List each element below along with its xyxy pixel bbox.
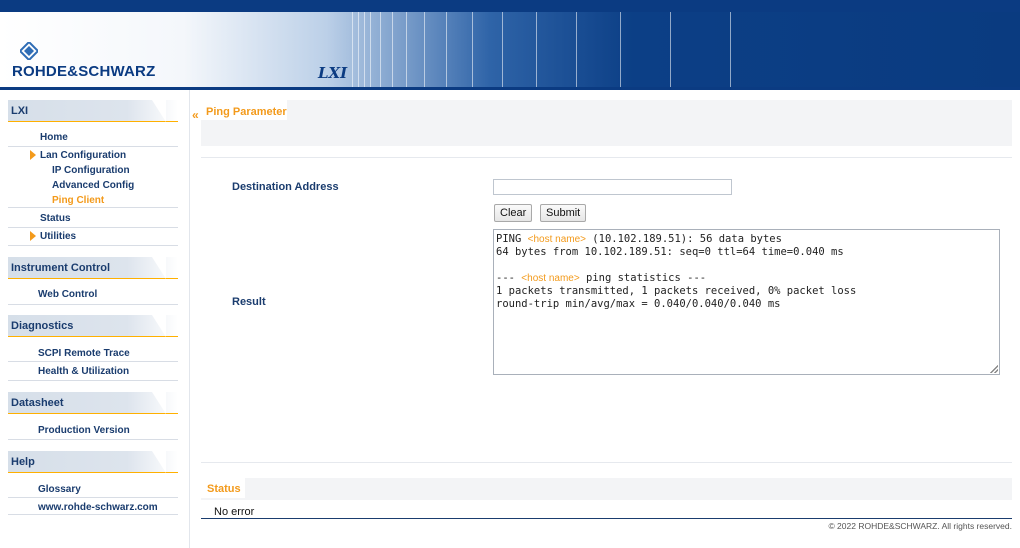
sidebar-section-header: Instrument Control [8, 257, 178, 279]
clear-button[interactable]: Clear [494, 204, 533, 222]
sidebar-section-diagnostics: Diagnostics [8, 315, 178, 337]
sidebar-section-title: Help [11, 456, 35, 468]
sidebar-section-help: Help [8, 451, 178, 473]
result-text: 1 packets transmitted, 1 packets receive… [496, 285, 857, 297]
status-divider [201, 518, 1012, 519]
sidebar-section-lxi: LXI [8, 100, 178, 122]
rohde-schwarz-logo-icon [20, 42, 38, 60]
sidebar-section-title: Diagnostics [11, 320, 74, 332]
sidebar-section-title: Instrument Control [11, 262, 110, 274]
result-text: PING [496, 233, 528, 245]
page-header: ROHDE&SCHWARZ LXI [0, 0, 1020, 90]
copyright-text: © 2022 ROHDE&SCHWARZ. All rights reserve… [828, 521, 1012, 531]
result-text: ping statistics --- [579, 272, 707, 284]
sidebar-item-lan-configuration[interactable]: Lan Configuration [40, 150, 126, 161]
brand-logo-text: ROHDE&SCHWARZ [12, 63, 156, 80]
panel-divider [201, 462, 1012, 463]
result-text: (10.102.189.51): 56 data bytes [585, 233, 782, 245]
sidebar-section-header: Datasheet [8, 392, 178, 414]
sidebar-section-instrument-control: Instrument Control [8, 257, 178, 279]
sidebar-section-title: LXI [11, 105, 29, 117]
tab-ping-parameter: Ping Parameter [201, 100, 287, 120]
sidebar-item-status[interactable]: Status [40, 213, 71, 224]
sidebar-section-header: LXI [8, 100, 178, 122]
result-text: round-trip min/avg/max = 0.040/0.040/0.0… [496, 298, 781, 310]
sidebar-section-header: Diagnostics [8, 315, 178, 337]
sidebar-divider [8, 207, 178, 208]
tab-label: Status [207, 483, 241, 495]
host-name-placeholder: <host name> [527, 234, 586, 245]
sidebar-divider [8, 245, 178, 246]
result-label: Result [232, 296, 266, 308]
sidebar-divider [8, 227, 178, 228]
sidebar-item-ip-configuration[interactable]: IP Configuration [52, 165, 130, 176]
expanded-arrow-icon [30, 150, 36, 160]
sidebar-divider [8, 304, 178, 305]
sidebar-divider [8, 361, 178, 362]
result-text: --- [496, 272, 522, 284]
sidebar-item-ping-client[interactable]: Ping Client [52, 195, 104, 206]
sidebar-item-glossary[interactable]: Glossary [38, 484, 81, 495]
status-message: No error [214, 506, 255, 518]
sidebar-section-title: Datasheet [11, 397, 64, 409]
status-panel-header [201, 478, 1012, 500]
tab-status: Status [201, 478, 245, 498]
submit-button[interactable]: Submit [540, 204, 587, 222]
panel-divider [201, 157, 1012, 158]
header-top-band [0, 0, 1020, 12]
resize-handle-icon[interactable] [990, 365, 998, 373]
result-output-area[interactable]: PING <host name> (10.102.189.51): 56 dat… [493, 229, 1000, 375]
lxi-logo-text: LXI [318, 64, 348, 82]
sidebar-divider [8, 439, 178, 440]
sidebar-divider [8, 514, 178, 515]
sidebar-item-production-version[interactable]: Production Version [38, 425, 130, 436]
destination-address-input[interactable] [493, 179, 732, 195]
sidebar-divider [8, 497, 178, 498]
sidebar-divider [8, 146, 178, 147]
sidebar-item-scpi-remote-trace[interactable]: SCPI Remote Trace [38, 348, 130, 359]
sidebar-divider [8, 380, 178, 381]
host-name-placeholder: <host name> [521, 273, 580, 284]
tab-label: Ping Parameter [206, 106, 287, 118]
sidebar-item-web-control[interactable]: Web Control [38, 289, 97, 300]
sidebar-section-header: Help [8, 451, 178, 473]
sidebar-section-datasheet: Datasheet [8, 392, 178, 414]
sidebar-item-rohde-schwarz-link[interactable]: www.rohde-schwarz.com [38, 502, 158, 513]
ping-parameter-panel-header [201, 100, 1012, 146]
collapsed-arrow-icon [30, 231, 36, 241]
collapse-sidebar-icon[interactable]: « [192, 108, 199, 122]
sidebar-item-advanced-config[interactable]: Advanced Config [52, 180, 134, 191]
result-text: 64 bytes from 10.102.189.51: seq=0 ttl=6… [496, 246, 844, 258]
sidebar: LXI Home Lan Configuration IP Configurat… [0, 90, 190, 548]
sidebar-item-health-utilization[interactable]: Health & Utilization [38, 366, 129, 377]
sidebar-item-utilities[interactable]: Utilities [40, 231, 76, 242]
header-decorative-bars [350, 12, 1020, 87]
destination-address-label: Destination Address [232, 181, 339, 193]
sidebar-item-home[interactable]: Home [40, 132, 68, 143]
